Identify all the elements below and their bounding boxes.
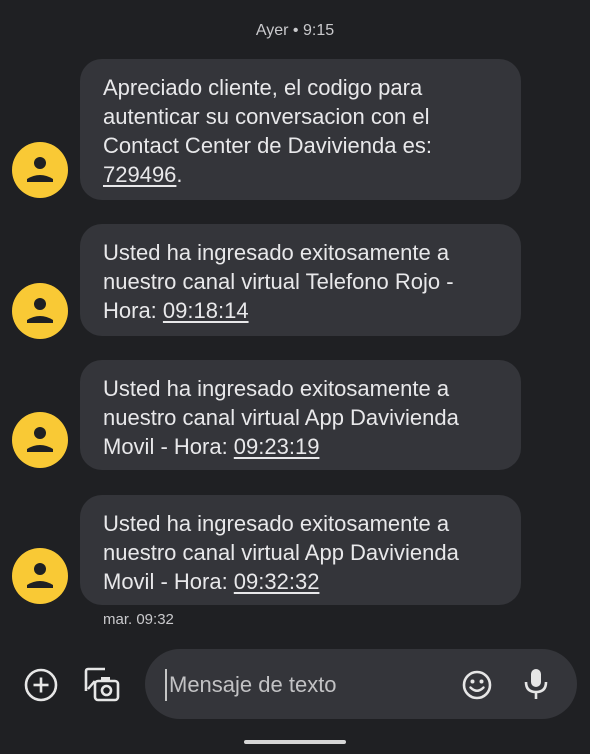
contact-avatar[interactable] (12, 412, 68, 468)
microphone-button[interactable] (521, 667, 551, 701)
add-button[interactable] (23, 667, 59, 703)
message-line: Usted ha ingresado exitosamente a (103, 240, 450, 265)
message-bubble[interactable]: Usted ha ingresado exitosamente a nuestr… (80, 495, 521, 605)
message-bubble[interactable]: Usted ha ingresado exitosamente a nuestr… (80, 224, 521, 336)
contact-avatar[interactable] (12, 548, 68, 604)
emoji-icon (462, 670, 492, 700)
contact-avatar[interactable] (12, 283, 68, 339)
message-line: nuestro canal virtual App Davivienda (103, 405, 459, 430)
message-timestamp: mar. 09:32 (103, 611, 174, 628)
message-line: Apreciado cliente, el codigo para (103, 75, 423, 100)
contact-avatar[interactable] (12, 142, 68, 198)
verification-code-link[interactable]: 729496 (103, 162, 176, 187)
time-link[interactable]: 09:18:14 (163, 298, 249, 323)
message-prefix: Hora: (103, 298, 163, 323)
person-icon (27, 157, 53, 182)
message-bubble[interactable]: Usted ha ingresado exitosamente a nuestr… (80, 360, 521, 470)
message-line: nuestro canal virtual Telefono Rojo - (103, 269, 454, 294)
microphone-icon (524, 669, 548, 699)
message-line: Contact Center de Davivienda es: (103, 133, 432, 158)
gallery-camera-icon (84, 667, 120, 702)
time-link[interactable]: 09:23:19 (234, 434, 320, 459)
add-circle-icon (24, 668, 58, 702)
message-compose-box (145, 649, 577, 719)
message-line: Usted ha ingresado exitosamente a (103, 376, 450, 401)
message-line: autenticar su conversacion con el (103, 104, 430, 129)
person-icon (27, 563, 53, 588)
gallery-button[interactable] (83, 665, 121, 703)
message-prefix: Movil - Hora: (103, 434, 234, 459)
message-prefix: Movil - Hora: (103, 569, 234, 594)
gesture-home-bar[interactable] (244, 740, 346, 744)
date-header: Ayer • 9:15 (255, 22, 335, 39)
message-line: Usted ha ingresado exitosamente a (103, 511, 450, 536)
message-line: nuestro canal virtual App Davivienda (103, 540, 459, 565)
emoji-button[interactable] (461, 669, 493, 701)
person-icon (27, 427, 53, 452)
person-icon (27, 298, 53, 323)
message-input[interactable] (165, 669, 451, 701)
message-suffix: . (176, 162, 183, 187)
time-link[interactable]: 09:32:32 (234, 569, 320, 594)
message-bubble[interactable]: Apreciado cliente, el codigo para autent… (80, 59, 521, 200)
